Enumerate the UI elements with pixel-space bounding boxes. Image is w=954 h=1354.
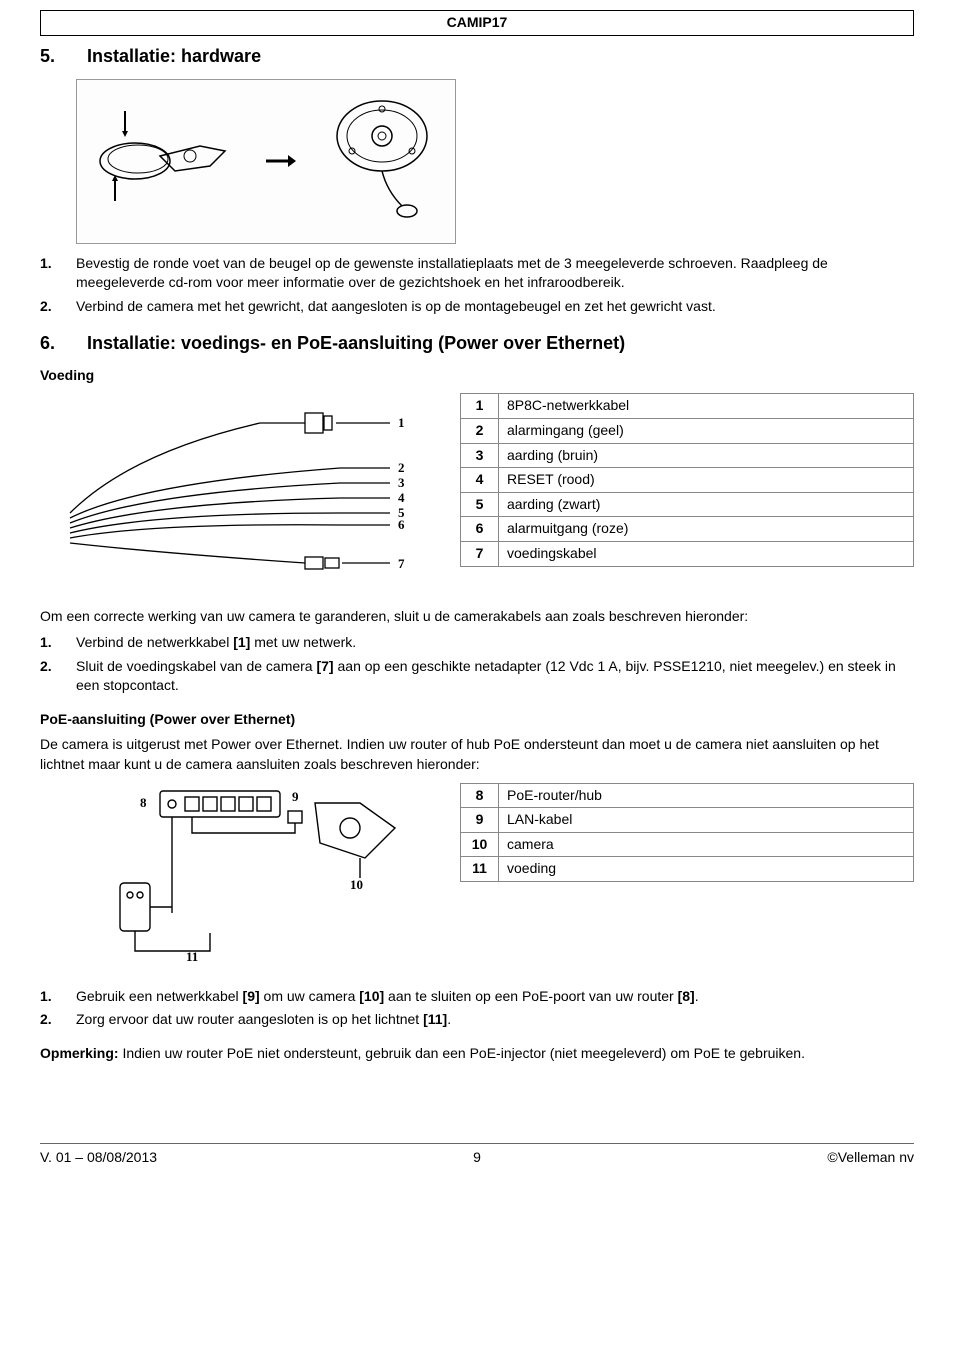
key-val: alarmingang (geel) — [499, 418, 914, 443]
camera-bracket-icon — [90, 101, 240, 221]
footer-right: ©Velleman nv — [714, 1148, 914, 1168]
poe-key: 8PoE-router/hub 9LAN-kabel 10camera 11vo… — [460, 783, 914, 882]
poe-diagram: 8 9 10 11 — [40, 783, 440, 973]
poe-steps: 1. Gebruik een netwerkkabel [9] om uw ca… — [40, 987, 914, 1030]
table-row: 18P8C-netwerkkabel — [461, 394, 914, 419]
key-num: 10 — [461, 832, 499, 857]
poe-setup-icon: 8 9 10 11 — [60, 783, 420, 973]
list-item: 2. Verbind de camera met het gewricht, d… — [40, 297, 914, 317]
list-item: 2. Sluit de voedingskabel van de camera … — [40, 657, 914, 696]
poe-label-8: 8 — [140, 795, 147, 810]
step-text: Zorg ervoor dat uw router aangesloten is… — [76, 1010, 914, 1030]
voeding-steps: 1. Verbind de netwerkkabel [1] met uw ne… — [40, 633, 914, 696]
page-footer: V. 01 – 08/08/2013 9 ©Velleman nv — [40, 1143, 914, 1168]
key-num: 5 — [461, 492, 499, 517]
voeding-diagram: 1 2 3 4 5 6 7 — [40, 393, 440, 593]
key-val: aarding (zwart) — [499, 492, 914, 517]
list-item: 1. Gebruik een netwerkkabel [9] om uw ca… — [40, 987, 914, 1007]
wire-label-1: 1 — [398, 415, 405, 430]
poe-key-table: 8PoE-router/hub 9LAN-kabel 10camera 11vo… — [460, 783, 914, 882]
table-row: 2alarmingang (geel) — [461, 418, 914, 443]
key-num: 1 — [461, 394, 499, 419]
key-val: LAN-kabel — [499, 808, 914, 833]
key-num: 4 — [461, 468, 499, 493]
table-row: 3aarding (bruin) — [461, 443, 914, 468]
step-text: Gebruik een netwerkkabel [9] om uw camer… — [76, 987, 914, 1007]
wire-label-2: 2 — [398, 460, 405, 475]
section-5-title: Installatie: hardware — [87, 46, 261, 66]
step-num: 1. — [40, 254, 76, 293]
list-item: 2. Zorg ervoor dat uw router aangesloten… — [40, 1010, 914, 1030]
table-row: 9LAN-kabel — [461, 808, 914, 833]
section-5-num: 5. — [40, 44, 82, 69]
step-num: 2. — [40, 657, 76, 696]
table-row: 7voedingskabel — [461, 541, 914, 566]
key-val: voeding — [499, 857, 914, 882]
poe-intro: De camera is uitgerust met Power over Et… — [40, 735, 914, 774]
step-num: 1. — [40, 987, 76, 1007]
voeding-key: 18P8C-netwerkkabel 2alarmingang (geel) 3… — [460, 393, 914, 566]
table-row: 10camera — [461, 832, 914, 857]
footer-left: V. 01 – 08/08/2013 — [40, 1148, 240, 1168]
header-title: CAMIP17 — [40, 10, 914, 36]
key-val: camera — [499, 832, 914, 857]
step-num: 2. — [40, 1010, 76, 1030]
step-text: Verbind de netwerkkabel [1] met uw netwe… — [76, 633, 914, 653]
key-val: alarmuitgang (roze) — [499, 517, 914, 542]
section-6-num: 6. — [40, 331, 82, 356]
table-row: 4RESET (rood) — [461, 468, 914, 493]
table-row: 5aarding (zwart) — [461, 492, 914, 517]
poe-row: 8 9 10 11 8PoE-router/hub 9LAN-kabel 10c… — [40, 783, 914, 973]
table-row: 8PoE-router/hub — [461, 783, 914, 808]
key-num: 3 — [461, 443, 499, 468]
voeding-heading: Voeding — [40, 366, 914, 386]
poe-label-10: 10 — [350, 877, 363, 892]
voeding-key-table: 18P8C-netwerkkabel 2alarmingang (geel) 3… — [460, 393, 914, 566]
wire-label-4: 4 — [398, 490, 405, 505]
key-val: RESET (rood) — [499, 468, 914, 493]
key-val: aarding (bruin) — [499, 443, 914, 468]
key-val: 8P8C-netwerkkabel — [499, 394, 914, 419]
footer-center: 9 — [240, 1148, 714, 1168]
step-text: Sluit de voedingskabel van de camera [7]… — [76, 657, 914, 696]
wire-label-6: 6 — [398, 517, 405, 532]
poe-note: Opmerking: Indien uw router PoE niet ond… — [40, 1044, 914, 1064]
key-num: 2 — [461, 418, 499, 443]
wire-label-7: 7 — [398, 556, 405, 571]
arrow-right-icon — [266, 151, 296, 171]
key-num: 8 — [461, 783, 499, 808]
table-row: 6alarmuitgang (roze) — [461, 517, 914, 542]
key-num: 9 — [461, 808, 499, 833]
poe-label-9: 9 — [292, 789, 299, 804]
key-num: 11 — [461, 857, 499, 882]
step-num: 2. — [40, 297, 76, 317]
step-text: Bevestig de ronde voet van de beugel op … — [76, 254, 914, 293]
table-row: 11voeding — [461, 857, 914, 882]
section-5-heading: 5. Installatie: hardware — [40, 44, 914, 69]
note-text: Indien uw router PoE niet ondersteunt, g… — [119, 1045, 805, 1061]
section-6-title: Installatie: voedings- en PoE-aansluitin… — [87, 333, 625, 353]
list-item: 1. Bevestig de ronde voet van de beugel … — [40, 254, 914, 293]
voeding-row: 1 2 3 4 5 6 7 18P8C-netwerkkabel 2alarmi… — [40, 393, 914, 593]
key-num: 6 — [461, 517, 499, 542]
key-num: 7 — [461, 541, 499, 566]
section-5-steps: 1. Bevestig de ronde voet van de beugel … — [40, 254, 914, 317]
note-label: Opmerking: — [40, 1045, 119, 1061]
key-val: PoE-router/hub — [499, 783, 914, 808]
section-6-heading: 6. Installatie: voedings- en PoE-aanslui… — [40, 331, 914, 356]
poe-heading: PoE-aansluiting (Power over Ethernet) — [40, 710, 914, 730]
voeding-intro: Om een correcte werking van uw camera te… — [40, 607, 914, 627]
wall-mount-icon — [322, 91, 442, 231]
hardware-install-figure — [76, 79, 456, 244]
poe-label-11: 11 — [186, 949, 198, 964]
key-val: voedingskabel — [499, 541, 914, 566]
header-text: CAMIP17 — [447, 14, 508, 30]
wire-label-3: 3 — [398, 475, 405, 490]
step-text: Verbind de camera met het gewricht, dat … — [76, 297, 914, 317]
cable-bundle-icon: 1 2 3 4 5 6 7 — [60, 393, 420, 593]
step-num: 1. — [40, 633, 76, 653]
list-item: 1. Verbind de netwerkkabel [1] met uw ne… — [40, 633, 914, 653]
